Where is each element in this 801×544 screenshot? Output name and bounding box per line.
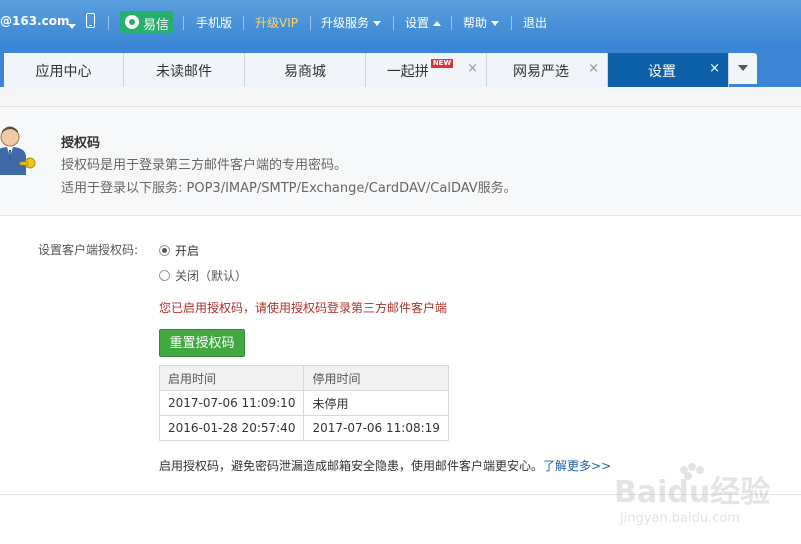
mobile-phone-icon[interactable]	[86, 13, 95, 28]
divider	[511, 16, 512, 30]
tab-settings[interactable]: 设置 ×	[608, 53, 729, 87]
top-navigation-bar: @163.com 易信 手机版 升级VIP 升级服务 设置 帮助 退出	[0, 0, 801, 45]
settings-label: 设置	[405, 16, 430, 30]
disable-radio-label[interactable]: 关闭（默认）	[175, 267, 247, 284]
reset-auth-code-button[interactable]: 重置授权码	[159, 329, 245, 357]
tab-group-buy[interactable]: 一起拼NEW ×	[366, 53, 487, 87]
enable-radio-label[interactable]: 开启	[175, 242, 199, 259]
settings-menu[interactable]: 设置	[405, 14, 442, 31]
close-icon[interactable]: ×	[588, 61, 599, 76]
tab-unread-mail[interactable]: 未读邮件	[124, 53, 245, 87]
user-key-icon	[0, 126, 36, 175]
table-row: 2016-01-28 20:57:40 2017-07-06 11:08:19	[158, 415, 449, 441]
auth-code-services: 适用于登录以下服务: POP3/IMAP/SMTP/Exchange/CardD…	[61, 181, 517, 196]
table-header-row: 启用时间 停用时间	[158, 365, 449, 391]
divider	[310, 16, 311, 30]
client-auth-code-label: 设置客户端授权码:	[38, 243, 139, 257]
upgrade-service-menu[interactable]: 升级服务	[321, 14, 382, 31]
yixin-button[interactable]: 易信	[120, 11, 173, 33]
auth-code-history-table: 启用时间 停用时间 2017-07-06 11:09:10 未停用 2016-0…	[158, 365, 449, 441]
watermark-url: jingyan.baidu.com	[619, 511, 740, 526]
divider	[108, 16, 109, 30]
tab-netease-yanxuan[interactable]: 网易严选 ×	[487, 53, 608, 87]
help-menu[interactable]: 帮助	[463, 14, 500, 31]
table-cell: 未停用	[303, 390, 449, 416]
auth-enabled-message: 您已启用授权码，请使用授权码登录第三方邮件客户端	[159, 301, 448, 315]
tab-bar: 应用中心 未读邮件 易商城 一起拼NEW × 网易严选 × 设置 ×	[0, 45, 801, 87]
security-note: 启用授权码，避免密码泄漏造成邮箱安全隐患，使用邮件客户端更安心。了解更多>>	[159, 457, 611, 474]
auth-code-title: 授权码	[61, 136, 101, 151]
table-row: 2017-07-06 11:09:10 未停用	[158, 390, 449, 416]
divider	[393, 16, 394, 30]
tab-label: 未读邮件	[156, 64, 212, 80]
table-cell: 2017-07-06 11:09:10	[158, 390, 305, 416]
tab-label: 设置	[648, 64, 676, 80]
auth-code-header: 授权码 授权码是用于登录第三方邮件客户端的专用密码。 适用于登录以下服务: PO…	[0, 107, 801, 216]
baidu-jingyan-watermark: Baidu经验 jingyan.baidu.com	[614, 463, 770, 526]
divider	[451, 16, 452, 30]
table-cell: 2016-01-28 20:57:40	[158, 415, 305, 441]
security-note-text: 启用授权码，避免密码泄漏造成邮箱安全隐患，使用邮件客户端更安心。	[159, 459, 544, 473]
divider	[243, 16, 244, 30]
tab-yi-mall[interactable]: 易商城	[245, 53, 366, 87]
mobile-version-link[interactable]: 手机版	[196, 14, 232, 31]
chevron-up-icon	[433, 21, 442, 26]
tab-label: 应用中心	[35, 64, 92, 80]
upgrade-service-label: 升级服务	[321, 16, 370, 30]
divider	[0, 494, 801, 495]
tab-label: 易商城	[284, 64, 326, 80]
yixin-logo-icon	[125, 15, 139, 29]
close-icon[interactable]: ×	[467, 61, 478, 76]
divider	[183, 16, 184, 30]
tab-label: 一起拼	[386, 64, 429, 80]
account-email[interactable]: @163.com	[0, 14, 69, 28]
close-icon[interactable]: ×	[709, 61, 720, 76]
column-header-enabled-time: 启用时间	[158, 365, 305, 391]
enable-radio[interactable]	[159, 245, 170, 256]
more-tabs-button[interactable]	[729, 53, 757, 84]
help-label: 帮助	[463, 16, 488, 30]
subheader-bar	[0, 87, 801, 107]
tab-app-center[interactable]: 应用中心	[4, 53, 124, 87]
yixin-label: 易信	[143, 18, 170, 33]
watermark-brand: Baidu经验	[614, 475, 770, 510]
upgrade-vip-link[interactable]: 升级VIP	[255, 14, 298, 31]
new-badge: NEW	[430, 59, 454, 68]
chevron-down-icon[interactable]	[64, 19, 76, 29]
chevron-down-icon	[373, 21, 382, 26]
chevron-down-icon	[738, 65, 748, 71]
logout-link[interactable]: 退出	[523, 14, 547, 31]
auth-code-description: 授权码是用于登录第三方邮件客户端的专用密码。	[61, 158, 348, 173]
learn-more-link[interactable]: 了解更多>>	[543, 459, 611, 473]
column-header-disabled-time: 停用时间	[303, 365, 449, 391]
tab-label-wrap: 一起拼NEW	[360, 59, 480, 81]
tab-label: 网易严选	[513, 64, 569, 80]
table-cell: 2017-07-06 11:08:19	[303, 415, 449, 441]
chevron-down-icon	[491, 21, 500, 26]
disable-radio[interactable]	[159, 270, 170, 281]
